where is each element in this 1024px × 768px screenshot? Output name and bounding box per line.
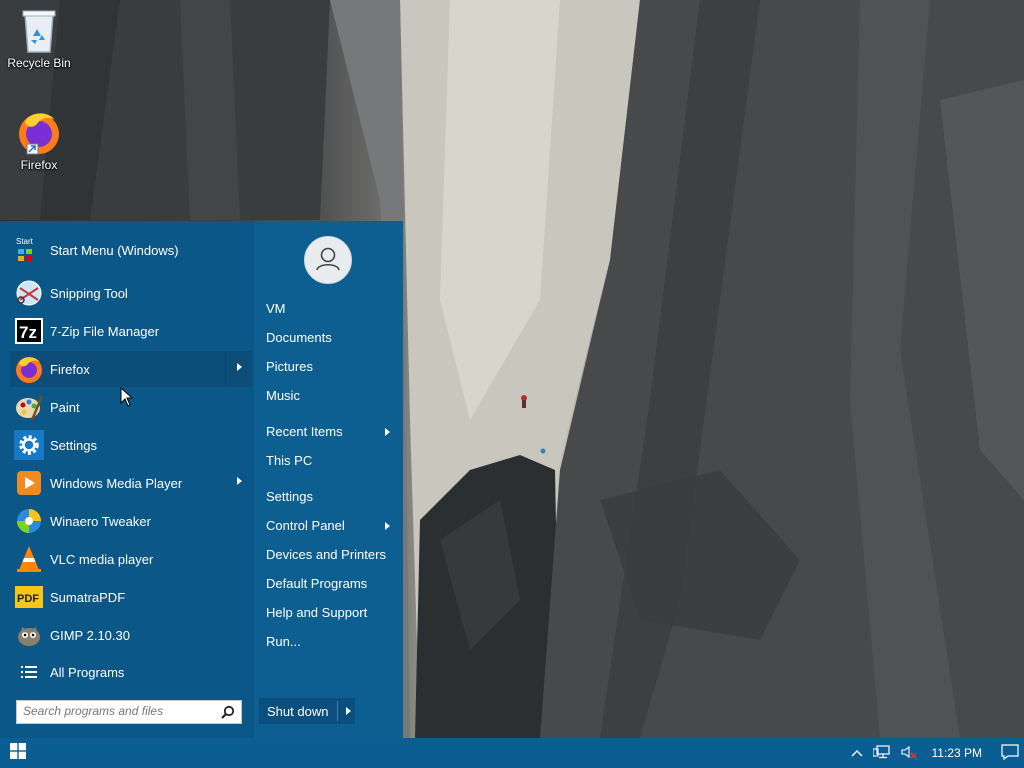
program-label: Snipping Tool	[50, 285, 128, 301]
place-help-and-support[interactable]: Help and Support	[266, 601, 394, 625]
paint-icon	[14, 392, 44, 422]
submenu-separator	[225, 353, 226, 385]
program-label: Windows Media Player	[50, 475, 183, 491]
gimp-icon	[14, 620, 44, 650]
windows-logo-icon	[10, 742, 26, 764]
place-devices-and-printers[interactable]: Devices and Printers	[266, 543, 394, 567]
taskbar: 11:23 PM	[0, 738, 1024, 768]
recycle-bin-icon	[15, 6, 63, 54]
program-label: Paint	[50, 399, 80, 415]
notification-icon[interactable]	[1001, 743, 1019, 763]
place-label: Run...	[266, 634, 301, 649]
place-this-pc[interactable]: This PC	[266, 449, 394, 473]
program-gimp[interactable]: GIMP 2.10.30	[10, 617, 252, 653]
place-label: This PC	[266, 453, 313, 468]
chevron-right-icon[interactable]	[237, 363, 242, 371]
sumatrapdf-icon: PDF	[14, 582, 44, 612]
program-label: Start Menu (Windows)	[50, 242, 179, 258]
system-tray: 11:23 PM	[846, 738, 1024, 768]
place-pictures[interactable]: Pictures	[266, 355, 394, 379]
program-winaero-tweaker[interactable]: Winaero Tweaker	[10, 503, 252, 539]
chevron-right-icon[interactable]	[346, 707, 351, 715]
program-start-menu-windows[interactable]: Start Start Menu (Windows)	[10, 232, 252, 268]
program-label: SumatraPDF	[50, 589, 126, 605]
place-control-panel[interactable]: Control Panel	[266, 514, 394, 538]
svg-text:PDF: PDF	[17, 593, 39, 605]
7zip-icon: 7z	[14, 316, 44, 346]
firefox-icon	[14, 354, 44, 384]
place-label: Help and Support	[266, 605, 368, 620]
desktop-icon-recycle-bin[interactable]: Recycle Bin	[1, 6, 77, 70]
shutdown-separator	[337, 701, 338, 721]
mouse-cursor-icon	[120, 386, 134, 412]
place-label: Control Panel	[266, 518, 345, 533]
chevron-up-icon[interactable]	[851, 746, 863, 760]
list-icon	[14, 657, 44, 687]
search-box[interactable]	[16, 700, 242, 724]
program-label: 7-Zip File Manager	[50, 323, 160, 339]
program-settings[interactable]: Settings	[10, 427, 252, 463]
start-menu: Start Start Menu (Windows) Snipping Tool…	[0, 221, 403, 738]
firefox-icon	[15, 108, 63, 156]
program-vlc[interactable]: VLC media player	[10, 541, 252, 577]
chevron-right-icon	[385, 428, 390, 436]
taskbar-clock[interactable]: 11:23 PM	[932, 746, 982, 760]
place-vm[interactable]: VM	[266, 297, 394, 321]
program-sumatrapdf[interactable]: PDF SumatraPDF	[10, 579, 252, 615]
snipping-tool-icon	[14, 278, 44, 308]
program-7zip[interactable]: 7z 7-Zip File Manager	[10, 313, 252, 349]
all-programs-button[interactable]: All Programs	[10, 654, 252, 690]
avatar[interactable]	[304, 236, 352, 284]
place-label: Settings	[266, 489, 313, 504]
program-label: Winaero Tweaker	[50, 513, 151, 529]
program-firefox[interactable]: Firefox	[10, 351, 252, 387]
place-label: Music	[266, 388, 300, 403]
all-programs-label: All Programs	[50, 664, 125, 680]
place-label: Recent Items	[266, 424, 343, 439]
svg-text:Start: Start	[16, 237, 34, 246]
place-label: Default Programs	[266, 576, 368, 591]
search-icon[interactable]	[221, 705, 235, 724]
place-label: Devices and Printers	[266, 547, 386, 562]
desktop-icon-firefox[interactable]: Firefox	[1, 108, 77, 172]
place-settings[interactable]: Settings	[266, 485, 394, 509]
shutdown-label: Shut down	[267, 703, 329, 719]
place-label: VM	[266, 301, 286, 316]
chevron-right-icon[interactable]	[237, 477, 242, 485]
winaero-tweaker-icon	[14, 506, 44, 536]
place-music[interactable]: Music	[266, 384, 394, 408]
program-label: GIMP 2.10.30	[50, 627, 130, 643]
svg-text:7z: 7z	[19, 323, 37, 342]
program-label: Settings	[50, 437, 97, 453]
search-input[interactable]	[17, 701, 213, 721]
place-documents[interactable]: Documents	[266, 326, 394, 350]
place-default-programs[interactable]: Default Programs	[266, 572, 394, 596]
desktop-icon-label: Recycle Bin	[7, 56, 71, 70]
start-menu-places-pane: VM Documents Pictures Music Recent Items…	[254, 221, 403, 738]
start-menu-programs-pane: Start Start Menu (Windows) Snipping Tool…	[0, 221, 254, 738]
desktop-icon-label: Firefox	[20, 158, 58, 172]
chevron-right-icon	[385, 522, 390, 530]
program-windows-media-player[interactable]: Windows Media Player	[10, 465, 252, 501]
media-player-icon	[14, 468, 44, 498]
place-run[interactable]: Run...	[266, 630, 394, 654]
network-icon[interactable]	[871, 744, 891, 762]
shutdown-button[interactable]: Shut down	[259, 698, 355, 724]
program-label: VLC media player	[50, 551, 154, 567]
vlc-icon	[14, 544, 44, 574]
place-recent-items[interactable]: Recent Items	[266, 420, 394, 444]
gear-icon	[14, 430, 44, 460]
start-menu-icon: Start	[14, 235, 44, 265]
volume-muted-icon[interactable]	[900, 745, 917, 762]
place-label: Documents	[266, 330, 332, 345]
place-label: Pictures	[266, 359, 313, 374]
program-label: Firefox	[50, 361, 90, 377]
program-snipping-tool[interactable]: Snipping Tool	[10, 275, 252, 311]
start-button[interactable]	[0, 738, 36, 768]
